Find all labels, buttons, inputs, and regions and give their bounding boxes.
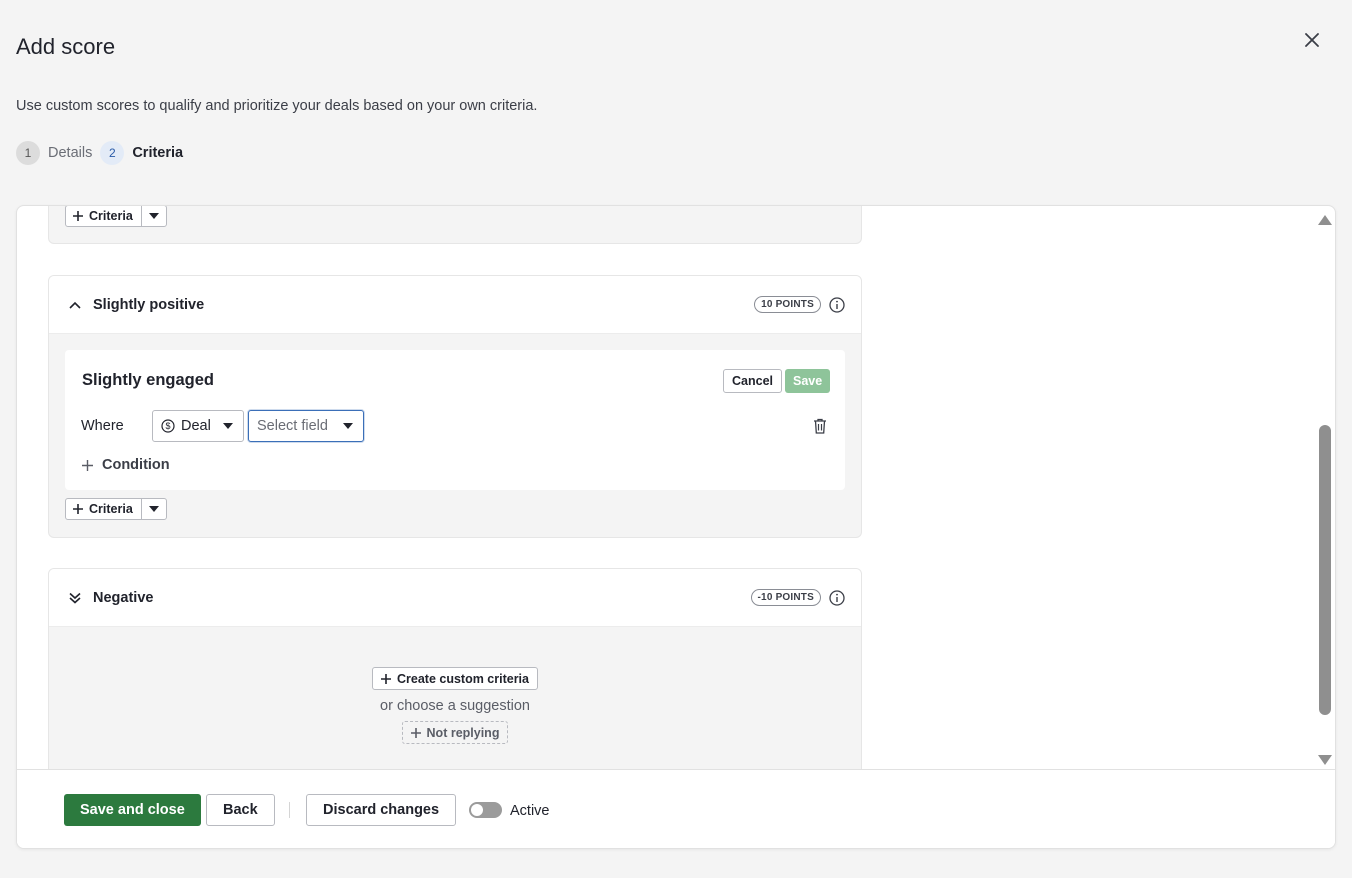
points-badge: -10 POINTS [750,589,821,606]
chevron-up-icon[interactable] [65,301,85,309]
scroll-down-arrow-icon[interactable] [1318,752,1332,769]
where-label: Where [81,418,124,434]
add-criteria-label: Criteria [89,502,133,516]
discard-changes-button[interactable]: Discard changes [306,794,457,826]
add-criteria-button[interactable]: Criteria [66,206,142,226]
caret-down-icon[interactable] [142,206,166,226]
section-name: Slightly positive [93,296,205,313]
page-title: Add score [16,34,116,59]
trash-icon[interactable] [813,418,829,434]
scroll-up-arrow-icon[interactable] [1318,212,1332,230]
suggestion-hint: or choose a suggestion [380,698,530,714]
double-chevron-down-icon[interactable] [65,592,85,604]
entity-select-value: Deal [181,418,211,434]
save-and-close-button[interactable]: Save and close [64,794,201,826]
add-criteria-split-button[interactable]: Criteria [65,206,167,227]
plus-icon [82,459,93,471]
caret-down-icon [223,423,233,429]
toggle-knob [471,804,483,816]
negative-section: Negative -10 POINTS Create custom criter… [48,568,862,769]
active-toggle[interactable] [469,802,502,818]
scrollbar-thumb[interactable] [1319,425,1331,715]
add-condition-label: Condition [102,457,170,473]
stepper: 1 Details 2 Criteria [16,141,191,165]
negative-header[interactable]: Negative -10 POINTS [49,569,861,627]
positive-section: Criteria [48,206,862,244]
criteria-scroll-area: Criteria Slightly positive 10 POINTS Sli… [17,206,1335,769]
save-button[interactable]: Save [785,369,831,393]
plus-icon [410,727,421,738]
section-name: Negative [93,589,154,606]
create-custom-criteria-label: Create custom criteria [396,671,529,686]
plus-icon [380,673,391,684]
add-criteria-button[interactable]: Criteria [66,499,142,519]
caret-down-icon [343,423,353,429]
criteria-rule-card: Slightly engaged Cancel Save Where $ Dea… [65,350,845,490]
suggestion-label: Not replying [426,725,500,740]
step-1-number[interactable]: 1 [16,141,40,165]
suggestion-not-replying[interactable]: Not replying [401,721,509,744]
close-icon[interactable] [1300,28,1324,52]
criteria-panel: Criteria Slightly positive 10 POINTS Sli… [16,205,1336,849]
page-description: Use custom scores to qualify and priorit… [16,98,538,114]
step-2-label[interactable]: Criteria [132,145,183,161]
info-icon[interactable] [829,296,845,313]
plus-icon [73,211,83,221]
plus-icon [73,504,83,514]
create-custom-criteria-button[interactable]: Create custom criteria [371,667,538,690]
footer-bar: Save and close Back Discard changes Acti… [17,769,1335,848]
scrollbar[interactable] [1317,206,1335,769]
add-criteria-split-button[interactable]: Criteria [65,498,167,520]
info-icon[interactable] [829,589,845,606]
active-label: Active [510,803,550,819]
negative-empty-state: Create custom criteria or choose a sugge… [49,627,861,769]
back-button[interactable]: Back [206,794,275,826]
footer-divider [289,802,290,818]
cancel-button[interactable]: Cancel [723,369,782,393]
slightly-positive-section: Slightly positive 10 POINTS Slightly eng… [48,275,862,538]
entity-select[interactable]: $ Deal [152,410,244,442]
step-1-label[interactable]: Details [48,145,92,161]
dollar-icon: $ [161,419,175,433]
slightly-positive-header[interactable]: Slightly positive 10 POINTS [49,276,861,334]
step-2-number[interactable]: 2 [100,141,125,165]
rule-name[interactable]: Slightly engaged [82,371,214,390]
points-badge: 10 POINTS [754,296,821,313]
field-select[interactable]: Select field [248,410,364,442]
caret-down-icon[interactable] [142,499,166,519]
field-select-placeholder: Select field [257,418,328,434]
add-criteria-label: Criteria [89,209,133,223]
add-condition-button[interactable]: Condition [82,457,170,473]
svg-text:$: $ [165,421,170,431]
